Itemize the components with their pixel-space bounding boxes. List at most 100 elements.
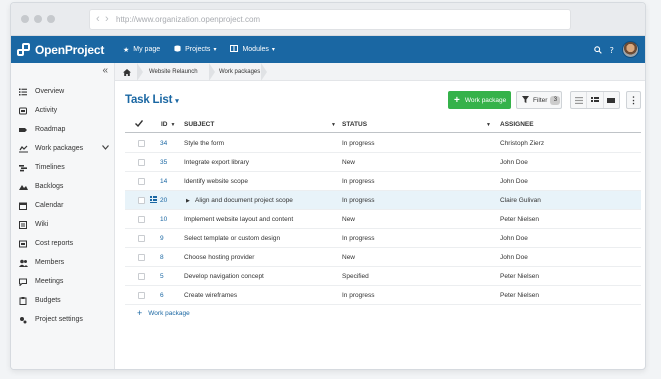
create-work-package-button[interactable]: + Work package xyxy=(448,91,511,109)
table-row[interactable]: 9 Select template or custom design In pr… xyxy=(125,229,641,248)
list-view-button[interactable] xyxy=(571,92,588,108)
row-id[interactable]: 10 xyxy=(160,216,167,223)
sidebar-item-members[interactable]: Members xyxy=(11,253,115,272)
row-checkbox[interactable] xyxy=(138,197,145,204)
row-checkbox[interactable] xyxy=(138,235,145,242)
row-subject[interactable]: Identify website scope xyxy=(184,178,248,185)
split-view-button[interactable] xyxy=(587,92,604,108)
row-status[interactable]: In progress xyxy=(342,178,375,185)
column-status[interactable]: STATUS xyxy=(342,121,367,128)
sidebar-item-roadmap[interactable]: Roadmap xyxy=(11,120,115,139)
row-id[interactable]: 5 xyxy=(160,273,164,280)
full-view-button[interactable] xyxy=(604,92,619,108)
window-dot-maximize[interactable] xyxy=(47,15,55,23)
sidebar-item-work-packages[interactable]: Work packages xyxy=(11,139,115,158)
row-checkbox[interactable] xyxy=(138,273,145,280)
help-icon[interactable]: ? xyxy=(608,41,616,59)
breadcrumb-project[interactable]: Website Relaunch xyxy=(149,63,198,81)
row-status[interactable]: New xyxy=(342,216,355,223)
row-id[interactable]: 14 xyxy=(160,178,167,185)
row-subject[interactable]: Integrate export library xyxy=(184,159,249,166)
column-subject[interactable]: SUBJECT xyxy=(184,121,214,128)
row-subject[interactable]: Implement website layout and content xyxy=(184,216,293,223)
row-subject[interactable]: Style the form xyxy=(184,140,224,147)
row-checkbox[interactable] xyxy=(138,159,145,166)
row-checkbox[interactable] xyxy=(138,216,145,223)
add-work-package-link[interactable]: + Work package xyxy=(137,308,190,318)
row-assignee[interactable]: Claire Gulivan xyxy=(500,197,541,204)
row-subject[interactable]: Create wireframes xyxy=(184,292,237,299)
table-row[interactable]: 6 Create wireframes In progress Peter Ni… xyxy=(125,286,641,305)
row-subject[interactable]: Select template or custom design xyxy=(184,235,280,242)
collapse-sidebar-icon[interactable]: « xyxy=(102,65,108,76)
sidebar-item-backlogs[interactable]: Backlogs xyxy=(11,177,115,196)
window-dot-minimize[interactable] xyxy=(34,15,42,23)
row-status[interactable]: Specified xyxy=(342,273,369,280)
drag-handle-icon[interactable] xyxy=(150,196,157,205)
row-subject[interactable]: Align and document project scope xyxy=(195,197,293,204)
table-row[interactable]: 14 Identify website scope In progress Jo… xyxy=(125,172,641,191)
breadcrumb-page[interactable]: Work packages xyxy=(219,63,260,81)
table-row[interactable]: 8 Choose hosting provider New John Doe xyxy=(125,248,641,267)
row-assignee[interactable]: John Doe xyxy=(500,159,528,166)
row-status[interactable]: In progress xyxy=(342,292,375,299)
openproject-logo[interactable]: OpenProject xyxy=(17,42,104,58)
row-id[interactable]: 6 xyxy=(160,292,164,299)
sidebar-item-overview[interactable]: Overview xyxy=(11,82,115,101)
row-id[interactable]: 20 xyxy=(160,197,167,204)
row-status[interactable]: In progress xyxy=(342,197,375,204)
home-icon[interactable] xyxy=(123,63,131,81)
column-id[interactable]: ID ▼ xyxy=(161,121,175,128)
row-checkbox[interactable] xyxy=(138,254,145,261)
row-assignee[interactable]: Peter Nielsen xyxy=(500,216,539,223)
select-all-checkmark-icon[interactable] xyxy=(135,120,143,127)
row-status[interactable]: In progress xyxy=(342,235,375,242)
row-subject[interactable]: Develop navigation concept xyxy=(184,273,264,280)
sidebar-item-budgets[interactable]: Budgets xyxy=(11,291,115,310)
row-assignee[interactable]: John Doe xyxy=(500,178,528,185)
column-subject-menu-icon[interactable]: ▼ xyxy=(331,122,336,128)
sidebar-item-cost-reports[interactable]: Cost reports xyxy=(11,234,115,253)
back-icon[interactable]: ‹ xyxy=(96,13,100,25)
sidebar-item-activity[interactable]: Activity xyxy=(11,101,115,120)
nav-my-page[interactable]: ★ My page xyxy=(123,46,160,54)
row-assignee[interactable]: Christoph Zierz xyxy=(500,140,544,147)
row-assignee[interactable]: Peter Nielsen xyxy=(500,292,539,299)
sidebar-item-wiki[interactable]: Wiki xyxy=(11,215,115,234)
row-checkbox[interactable] xyxy=(138,178,145,185)
row-assignee[interactable]: Peter Nielsen xyxy=(500,273,539,280)
filter-button[interactable]: Filter 3 xyxy=(516,91,562,109)
row-id[interactable]: 35 xyxy=(160,159,167,166)
address-bar[interactable]: ‹ › http://www.organization.openproject.… xyxy=(89,9,571,30)
sidebar-item-project-settings[interactable]: Project settings xyxy=(11,310,115,329)
row-subject[interactable]: Choose hosting provider xyxy=(184,254,254,261)
table-row[interactable]: 35 Integrate export library New John Doe xyxy=(125,153,641,172)
row-assignee[interactable]: John Doe xyxy=(500,254,528,261)
table-row[interactable]: 5 Develop navigation concept Specified P… xyxy=(125,267,641,286)
row-id[interactable]: 34 xyxy=(160,140,167,147)
row-status[interactable]: In progress xyxy=(342,140,375,147)
row-status[interactable]: New xyxy=(342,159,355,166)
table-row[interactable]: 10 Implement website layout and content … xyxy=(125,210,641,229)
window-dot-close[interactable] xyxy=(21,15,29,23)
row-id[interactable]: 8 xyxy=(160,254,164,261)
row-status[interactable]: New xyxy=(342,254,355,261)
forward-icon[interactable]: › xyxy=(105,13,109,25)
nav-modules[interactable]: Modules ▾ xyxy=(230,45,275,54)
column-assignee[interactable]: ASSIGNEE xyxy=(500,121,534,128)
search-icon[interactable] xyxy=(594,41,602,59)
chevron-down-icon[interactable] xyxy=(102,145,109,152)
table-row-selected[interactable]: 20 ▶ Align and document project scope In… xyxy=(125,191,641,210)
row-id[interactable]: 9 xyxy=(160,235,164,242)
user-avatar[interactable] xyxy=(622,41,639,58)
nav-projects[interactable]: Projects ▾ xyxy=(174,45,216,54)
column-assignee-menu-icon[interactable]: ▼ xyxy=(645,122,646,128)
row-checkbox[interactable] xyxy=(138,140,145,147)
row-checkbox[interactable] xyxy=(138,292,145,299)
table-row[interactable]: 34 Style the form In progress Christoph … xyxy=(125,134,641,153)
column-status-menu-icon[interactable]: ▼ xyxy=(486,122,491,128)
more-actions-button[interactable]: ⋮ xyxy=(626,91,641,109)
sidebar-item-calendar[interactable]: Calendar xyxy=(11,196,115,215)
page-title[interactable]: Task List ▾ xyxy=(125,94,179,106)
row-assignee[interactable]: John Doe xyxy=(500,235,528,242)
